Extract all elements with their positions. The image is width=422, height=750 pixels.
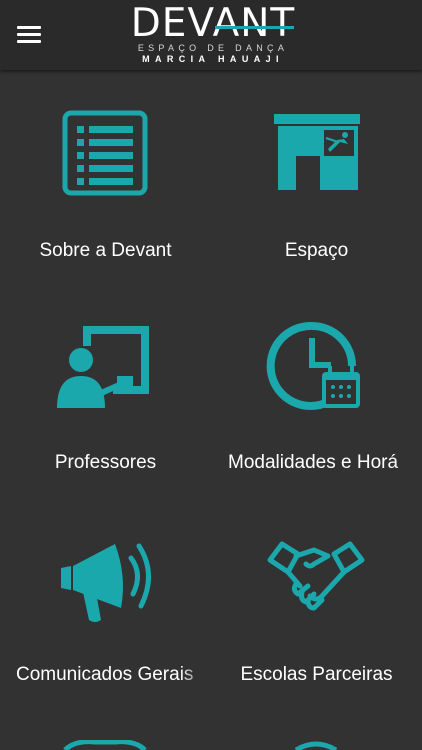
clock-calendar-icon bbox=[266, 321, 360, 410]
menu-tile-escolas[interactable]: Escolas Parceiras bbox=[211, 494, 422, 706]
menu-tile-comunicados[interactable]: Comunicados Gerais bbox=[0, 494, 211, 706]
hamburger-menu-button[interactable] bbox=[12, 20, 46, 50]
logo-title: DEVANT bbox=[130, 1, 296, 46]
menu-icon-bar bbox=[17, 26, 41, 29]
logo-owner: MARCIA HAUAJI bbox=[142, 54, 284, 64]
label-fade bbox=[180, 662, 208, 692]
tile-label: Sobre a Devant bbox=[39, 240, 172, 261]
devant-logo: DEVANT ESPAÇO DE DANÇA MARCIA HAUAJI bbox=[128, 2, 298, 66]
menu-tile-professores[interactable]: Professores bbox=[0, 282, 211, 494]
label-fade bbox=[394, 450, 422, 480]
menu-tile-sobre[interactable]: Sobre a Devant bbox=[0, 70, 211, 282]
list-document-icon bbox=[62, 110, 148, 196]
menu-icon-bar bbox=[17, 40, 41, 43]
menu-tile-modalidades[interactable]: Modalidades e Horá bbox=[211, 282, 422, 494]
tile-label: Modalidades e Horá bbox=[228, 452, 399, 473]
logo-accent-line bbox=[215, 26, 294, 29]
logo-subtitle: ESPAÇO DE DANÇA bbox=[137, 43, 289, 53]
teacher-board-icon bbox=[57, 326, 149, 408]
handshake-icon bbox=[267, 541, 365, 611]
menu-tile-espaco[interactable]: Espaço bbox=[211, 70, 422, 282]
app-header: DEVANT ESPAÇO DE DANÇA MARCIA HAUAJI bbox=[0, 0, 422, 70]
menu-icon-bar bbox=[17, 33, 41, 36]
tile-label: Escolas Parceiras bbox=[240, 664, 393, 685]
megaphone-icon bbox=[61, 543, 152, 622]
partial-next-icon bbox=[63, 740, 147, 750]
tile-label: Professores bbox=[54, 452, 157, 473]
tile-label: Espaço bbox=[284, 240, 349, 261]
dance-studio-icon bbox=[274, 114, 360, 190]
partial-next-icon bbox=[294, 741, 338, 750]
